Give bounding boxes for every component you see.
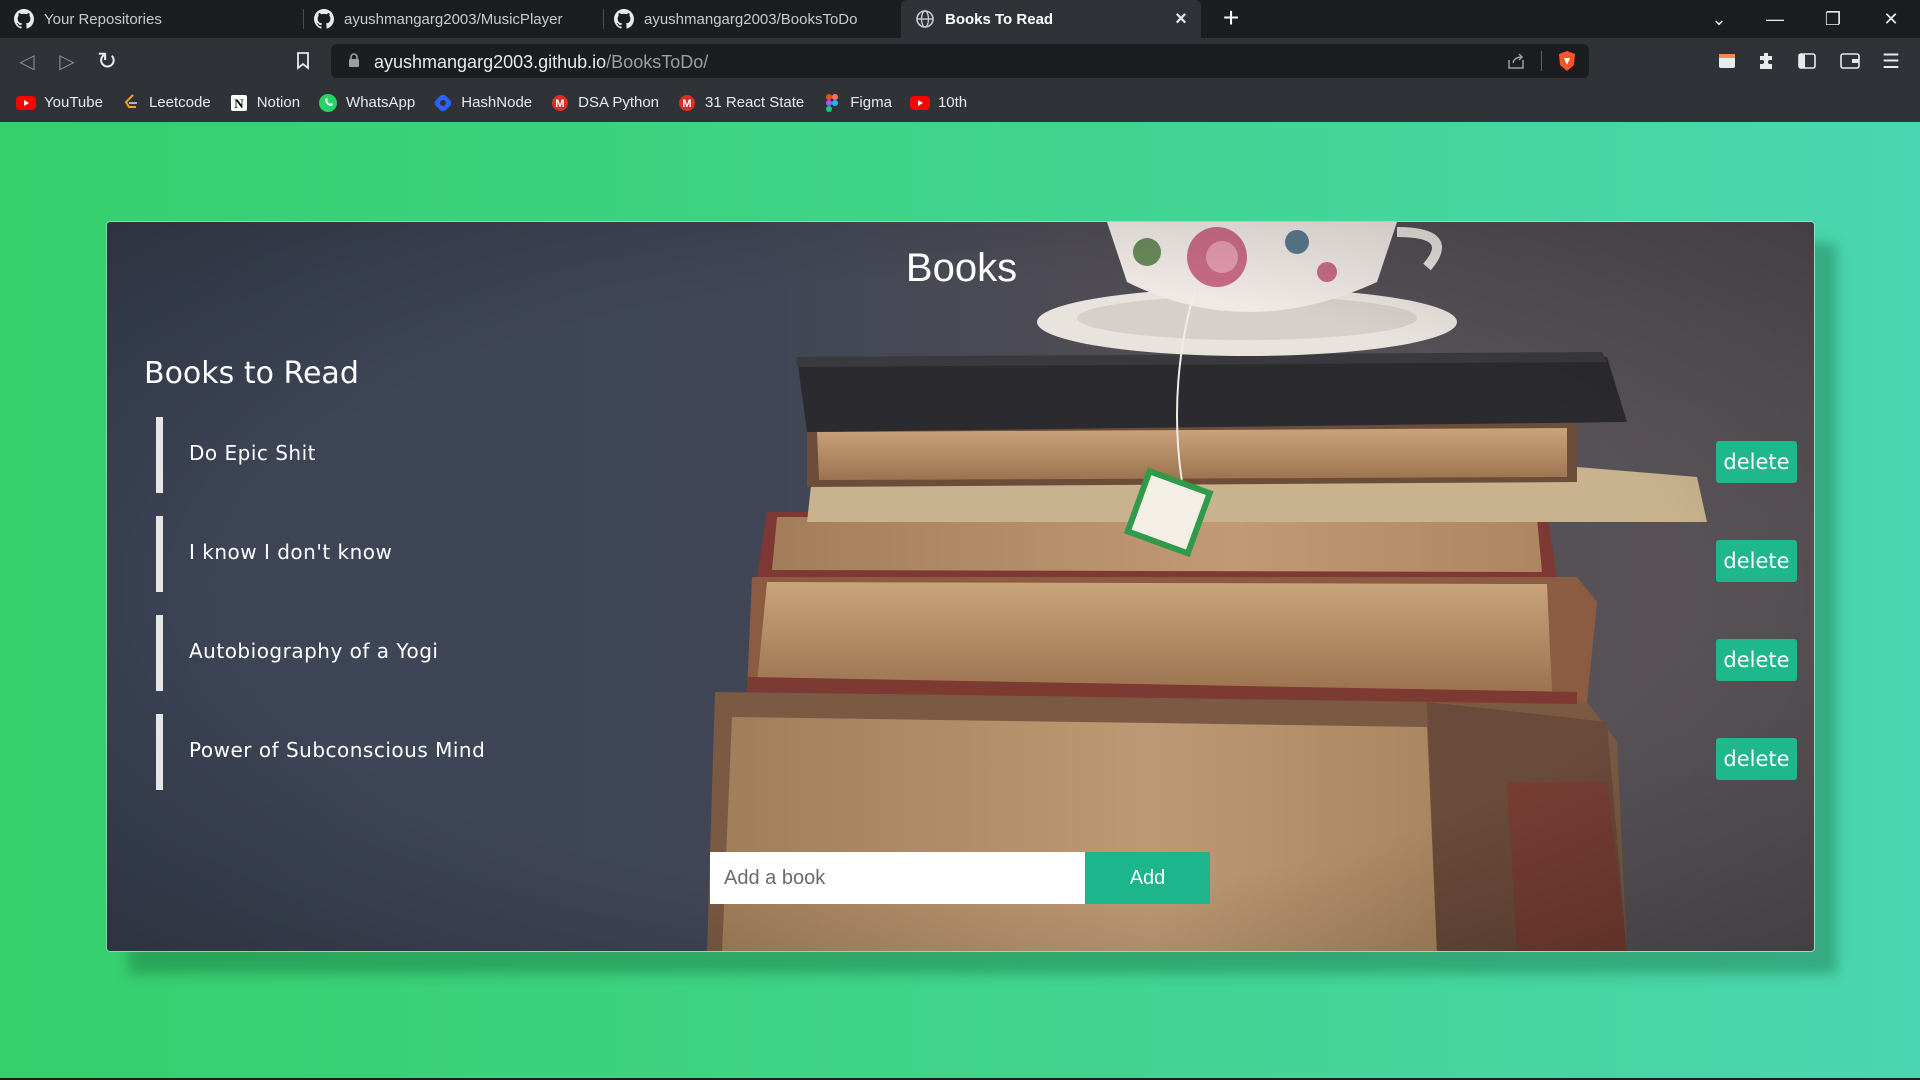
- section-subtitle: Books to Read: [144, 356, 359, 391]
- add-book-input[interactable]: [710, 852, 1085, 904]
- bookmark-dsa-python[interactable]: M DSA Python: [550, 93, 659, 113]
- bookmark-leetcode[interactable]: Leetcode: [121, 93, 211, 113]
- bookmark-figma[interactable]: Figma: [822, 93, 892, 113]
- bookmark-hashnode[interactable]: HashNode: [433, 93, 532, 113]
- share-icon[interactable]: [1506, 52, 1526, 70]
- book-title: Do Epic Shit: [189, 441, 317, 465]
- delete-button[interactable]: delete: [1716, 639, 1797, 681]
- tab-title: Your Repositories: [44, 10, 162, 28]
- minimize-icon[interactable]: —: [1752, 0, 1798, 38]
- url-text: ayushmangarg2003.github.io/BooksToDo/: [374, 52, 708, 73]
- figma-icon: [822, 93, 842, 113]
- bookmark-label: WhatsApp: [346, 94, 416, 111]
- globe-icon: [916, 10, 934, 28]
- bookmark-label: 31 React State: [705, 94, 805, 111]
- github-icon: [314, 9, 334, 29]
- wallet-icon[interactable]: [1835, 46, 1865, 76]
- github-icon: [614, 9, 634, 29]
- back-icon[interactable]: ◁: [12, 46, 42, 76]
- puzzle-extensions-icon[interactable]: [1752, 46, 1782, 76]
- github-icon: [14, 9, 34, 29]
- svg-text:N: N: [234, 96, 244, 111]
- tab-books-to-read[interactable]: Books To Read ×: [901, 0, 1201, 38]
- lock-icon: [349, 53, 359, 67]
- delete-button[interactable]: delete: [1716, 540, 1797, 582]
- bookmark-notion[interactable]: N Notion: [229, 93, 300, 113]
- bookmark-react-state[interactable]: M 31 React State: [677, 93, 804, 113]
- reload-icon[interactable]: ↻: [92, 46, 122, 76]
- tab-strip: Your Repositories ayushmangarg2003/Music…: [0, 0, 1920, 38]
- bookmark-label: 10th: [937, 94, 968, 111]
- list-item: Power of Subconscious Mind delete: [156, 714, 1797, 790]
- omnibox-divider: [1541, 51, 1542, 71]
- tab-title: ayushmangarg2003/BooksToDo: [644, 10, 858, 28]
- address-bar[interactable]: ayushmangarg2003.github.io/BooksToDo/: [331, 44, 1589, 78]
- sidebar-toggle-icon[interactable]: [1792, 46, 1822, 76]
- bookmark-10th[interactable]: 10th: [909, 93, 968, 113]
- menu-icon[interactable]: ☰: [1876, 46, 1906, 76]
- list-item: Do Epic Shit delete: [156, 417, 1797, 493]
- url-host: ayushmangarg2003.github.io: [374, 52, 607, 72]
- extension-icon[interactable]: [1712, 46, 1742, 76]
- svg-text:M: M: [556, 98, 565, 110]
- bookmark-label: Notion: [256, 94, 301, 111]
- bookmark-label: Leetcode: [148, 94, 211, 111]
- tab-your-repositories[interactable]: Your Repositories: [0, 0, 300, 38]
- tab-music-player[interactable]: ayushmangarg2003/MusicPlayer: [300, 0, 600, 38]
- restore-icon[interactable]: ❐: [1810, 0, 1856, 38]
- url-path: /BooksToDo/: [606, 52, 709, 72]
- youtube-icon: [16, 93, 36, 113]
- book-list: Do Epic Shit delete I know I don't know …: [156, 417, 1797, 813]
- bookmark-label: Figma: [850, 94, 892, 111]
- bookmark-label: DSA Python: [578, 94, 660, 111]
- forward-icon[interactable]: ▷: [52, 46, 82, 76]
- page-title: Books: [905, 246, 1018, 290]
- books-card: Books Books to Read Do Epic Shit delete …: [106, 221, 1815, 952]
- whatsapp-icon: [318, 93, 338, 113]
- page-viewport: Books Books to Read Do Epic Shit delete …: [0, 122, 1920, 1080]
- new-tab-button[interactable]: +: [1216, 4, 1246, 34]
- bookmark-label: YouTube: [44, 94, 103, 111]
- bookmarks-bar: YouTube Leetcode N Notion WhatsApp HashN…: [0, 84, 1920, 122]
- delete-button[interactable]: delete: [1716, 738, 1797, 780]
- youtube-icon: [909, 93, 930, 113]
- list-item: Autobiography of a Yogi delete: [156, 615, 1797, 691]
- book-title: Power of Subconscious Mind: [189, 738, 486, 762]
- brave-shield-icon[interactable]: [1557, 50, 1577, 72]
- bookmark-label: HashNode: [461, 94, 533, 111]
- bookmark-page-icon[interactable]: [288, 46, 318, 76]
- delete-button[interactable]: delete: [1716, 441, 1797, 483]
- tab-books-todo-repo[interactable]: ayushmangarg2003/BooksToDo: [600, 0, 900, 38]
- book-title: Autobiography of a Yogi: [189, 639, 439, 663]
- browser-toolbar: ◁ ▷ ↻ ayushmangarg2003.github.io/BooksTo…: [0, 38, 1920, 84]
- hashnode-icon: [433, 93, 453, 113]
- add-book-form: Add: [710, 852, 1210, 904]
- tab-title: Books To Read: [945, 10, 1054, 28]
- leetcode-icon: [121, 93, 141, 113]
- svg-text:M: M: [682, 98, 691, 110]
- gmail-icon: M: [550, 93, 570, 113]
- bookmark-youtube[interactable]: YouTube: [16, 93, 103, 113]
- gmail-icon: M: [677, 93, 697, 113]
- close-window-icon[interactable]: ✕: [1868, 0, 1914, 38]
- tab-title: ayushmangarg2003/MusicPlayer: [344, 10, 563, 28]
- bookmark-whatsapp[interactable]: WhatsApp: [318, 93, 415, 113]
- list-item: I know I don't know delete: [156, 516, 1797, 592]
- tab-search-chevron-icon[interactable]: ⌄: [1696, 0, 1742, 38]
- close-tab-icon[interactable]: ×: [1171, 9, 1191, 29]
- book-title: I know I don't know: [189, 540, 393, 564]
- notion-icon: N: [229, 93, 249, 113]
- add-button[interactable]: Add: [1085, 852, 1210, 904]
